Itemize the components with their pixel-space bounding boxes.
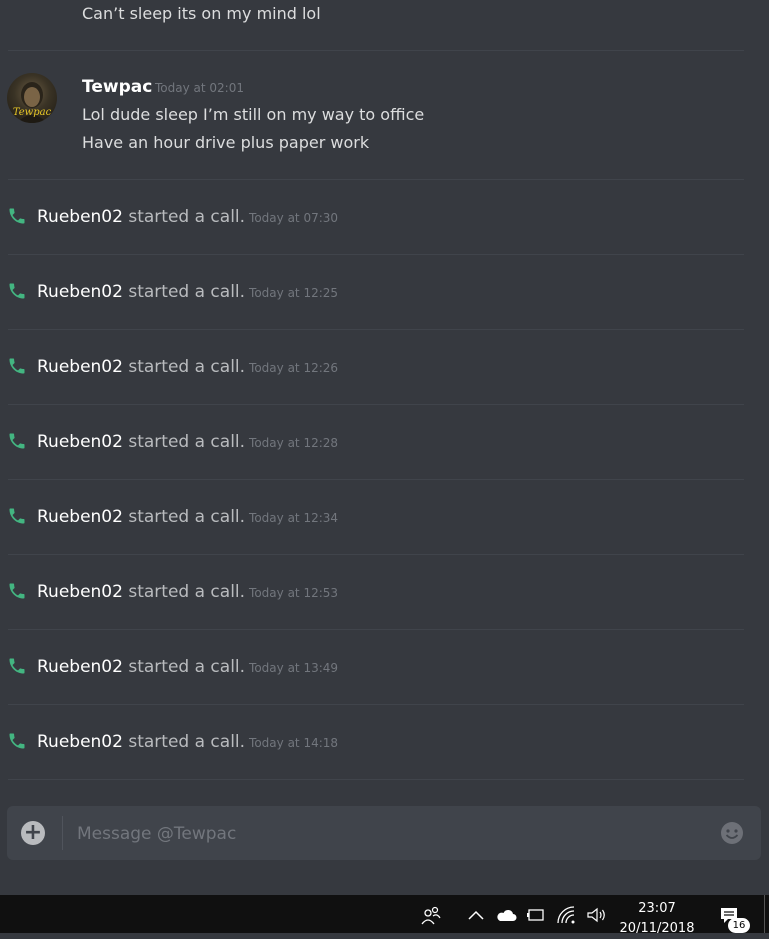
- call-event-row: Rueben02 started a call. Today at 12:25: [0, 277, 760, 307]
- phone-icon: [9, 358, 25, 374]
- message-divider: [8, 704, 744, 705]
- call-action-text: started a call.: [128, 657, 246, 677]
- battery-icon[interactable]: [525, 904, 547, 926]
- call-timestamp: Today at 12:53: [249, 586, 339, 600]
- phone-icon: [9, 283, 25, 299]
- call-action-text: started a call.: [128, 507, 246, 527]
- call-action-text: started a call.: [128, 582, 246, 602]
- message-text: Lol dude sleep I’m still on my way to of…: [82, 105, 425, 124]
- message-divider: [8, 479, 744, 480]
- phone-icon: [9, 658, 25, 674]
- message-timestamp: Today at 02:01: [155, 81, 244, 95]
- emoji-picker-icon[interactable]: [719, 820, 745, 846]
- message-divider: [8, 404, 744, 405]
- call-event-row: Rueben02 started a call. Today at 07:30: [0, 202, 760, 232]
- chat-area: Can’t sleep its on my mind lol Tewpac Te…: [0, 0, 769, 895]
- call-action-text: started a call.: [128, 732, 246, 752]
- phone-icon: [9, 733, 25, 749]
- caller-name[interactable]: Rueben02: [37, 207, 123, 227]
- message-composer: +: [7, 806, 761, 860]
- call-event-row: Rueben02 started a call. Today at 12:53: [0, 577, 760, 607]
- call-timestamp: Today at 12:34: [249, 511, 339, 525]
- people-icon[interactable]: [420, 904, 442, 926]
- phone-icon: [9, 583, 25, 599]
- call-timestamp: Today at 12:26: [249, 361, 339, 375]
- taskbar: 23:07 20/11/2018 16: [0, 895, 769, 936]
- caller-name[interactable]: Rueben02: [37, 357, 123, 377]
- call-timestamp: Today at 14:18: [249, 736, 339, 750]
- message-divider: [8, 254, 744, 255]
- call-action-text: started a call.: [128, 357, 246, 377]
- call-event-row: Rueben02 started a call. Today at 12:28: [0, 427, 760, 457]
- call-event-row: Rueben02 started a call. Today at 14:18: [0, 727, 760, 757]
- avatar-portrait: Tewpac: [13, 82, 52, 123]
- call-timestamp: Today at 12:25: [249, 286, 339, 300]
- notification-count-badge: 16: [728, 918, 750, 933]
- taskbar-clock[interactable]: 23:07 20/11/2018: [612, 899, 702, 939]
- call-timestamp: Today at 12:28: [249, 436, 339, 450]
- message-divider: [8, 329, 744, 330]
- avatar-logo-text: Tewpac: [13, 107, 52, 118]
- caller-name[interactable]: Rueben02: [37, 732, 123, 752]
- chevron-up-icon[interactable]: [465, 904, 487, 926]
- show-desktop-button[interactable]: [764, 895, 765, 933]
- call-action-text: started a call.: [128, 207, 246, 227]
- call-timestamp: Today at 13:49: [249, 661, 339, 675]
- call-action-text: started a call.: [128, 282, 246, 302]
- clock-date: 20/11/2018: [619, 921, 695, 936]
- message-divider: [8, 50, 744, 51]
- phone-icon: [9, 208, 25, 224]
- call-event-row: Rueben02 started a call. Today at 12:34: [0, 502, 760, 532]
- call-event-row: Rueben02 started a call. Today at 12:26: [0, 352, 760, 382]
- volume-icon[interactable]: [585, 904, 607, 926]
- clock-time: 23:07: [638, 901, 676, 916]
- phone-icon: [9, 433, 25, 449]
- call-action-text: started a call.: [128, 432, 246, 452]
- caller-name[interactable]: Rueben02: [37, 582, 123, 602]
- call-timestamp: Today at 07:30: [249, 211, 339, 225]
- avatar[interactable]: Tewpac: [7, 73, 57, 123]
- phone-icon: [9, 508, 25, 524]
- message-divider: [8, 779, 744, 780]
- message-author[interactable]: Tewpac: [82, 76, 152, 98]
- message-text: Have an hour drive plus paper work: [82, 133, 370, 152]
- caller-name[interactable]: Rueben02: [37, 507, 123, 527]
- wifi-icon[interactable]: [555, 904, 577, 926]
- message-divider: [8, 629, 744, 630]
- plus-circle-icon[interactable]: +: [21, 821, 45, 845]
- onedrive-cloud-icon[interactable]: [495, 904, 517, 926]
- call-event-row: Rueben02 started a call. Today at 13:49: [0, 652, 760, 682]
- composer-separator: [62, 816, 63, 850]
- caller-name[interactable]: Rueben02: [37, 657, 123, 677]
- message-divider: [8, 179, 744, 180]
- caller-name[interactable]: Rueben02: [37, 282, 123, 302]
- message-divider: [8, 554, 744, 555]
- caller-name[interactable]: Rueben02: [37, 432, 123, 452]
- message-text: Can’t sleep its on my mind lol: [82, 4, 321, 23]
- message-input[interactable]: [75, 819, 699, 849]
